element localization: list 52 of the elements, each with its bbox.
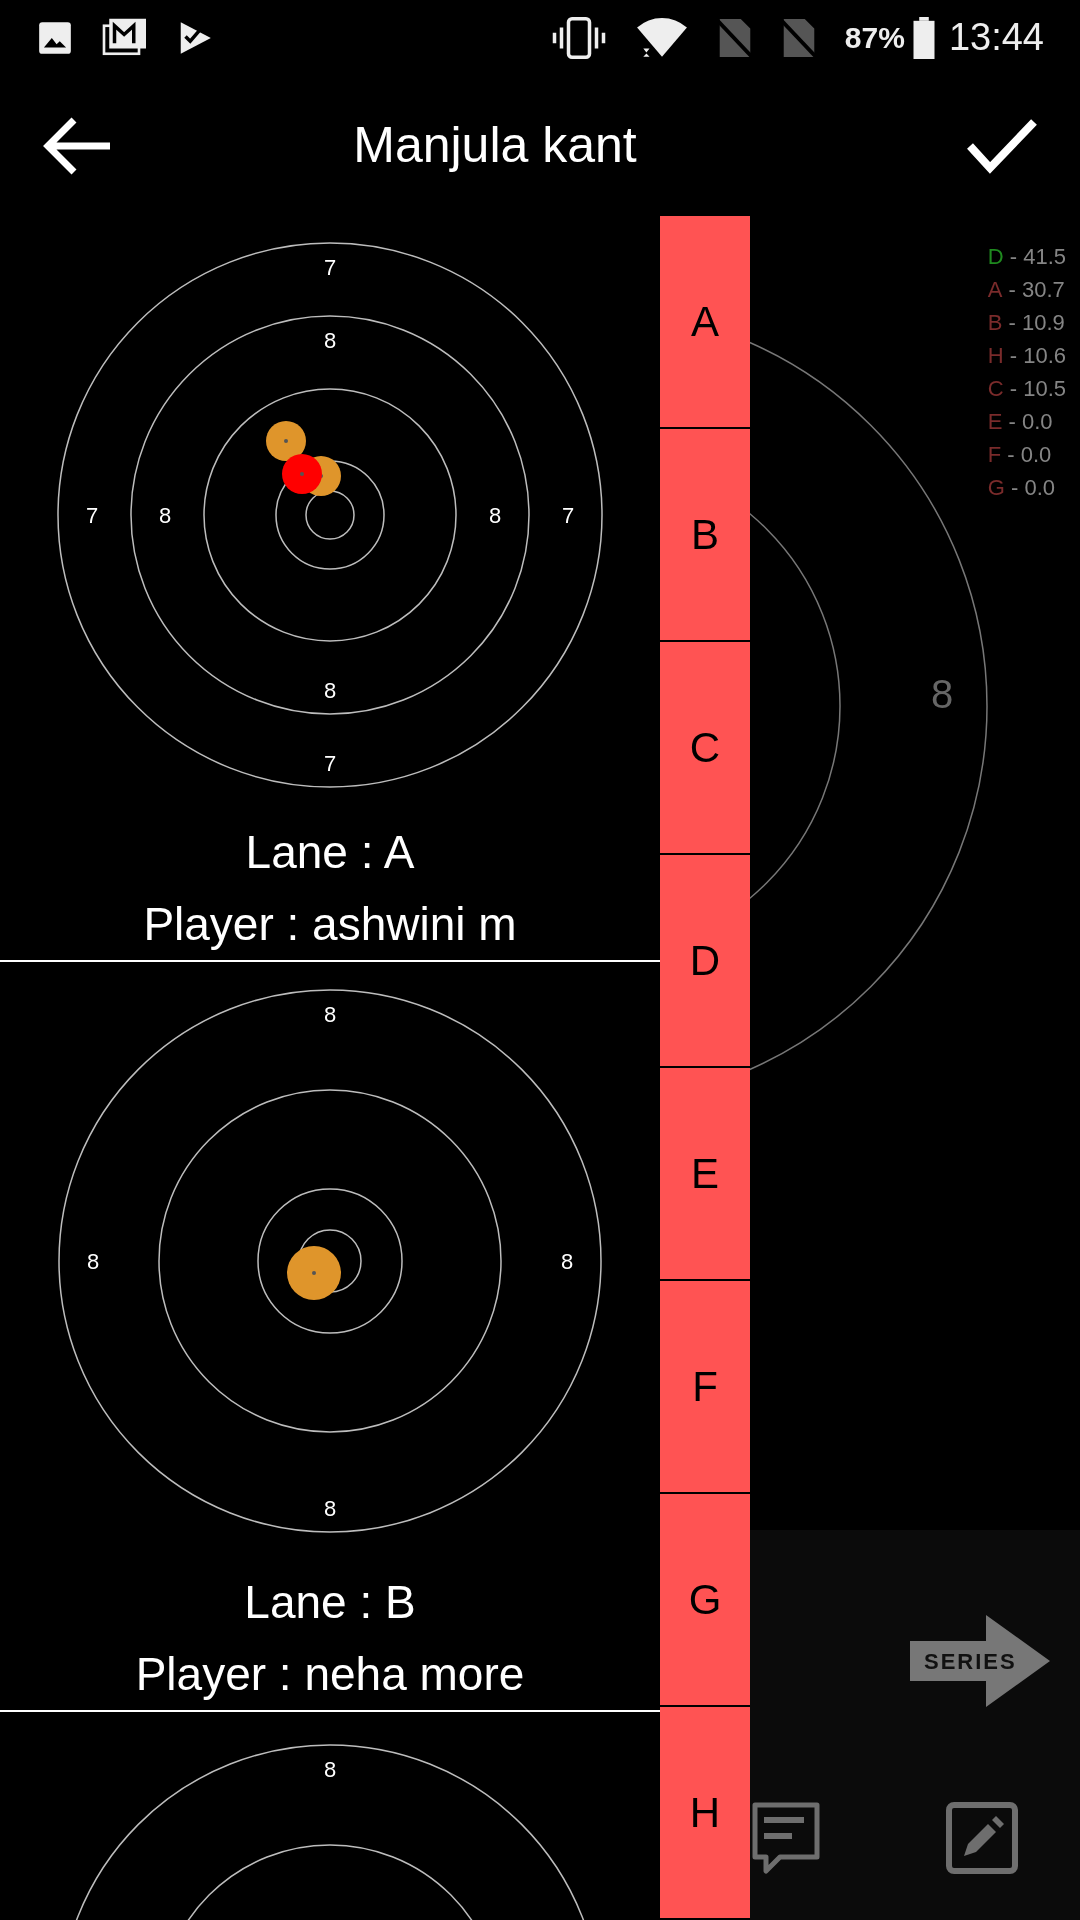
lane-score: - 10.5 [1009,375,1066,403]
lane-score: - 30.7 [1008,276,1065,304]
ring-label: 8 [323,1495,337,1521]
battery-percent: 87% [844,20,905,56]
lane-letter: D [987,243,1004,271]
ring-label: 8 [323,1001,337,1027]
lane-tab[interactable]: B [660,429,750,642]
lane-score: - 0.0 [1010,474,1055,502]
header-title: Manjula kant [353,116,637,175]
ring-label: 8 [323,327,337,353]
lane-label: Lane : A [244,825,416,880]
comment-icon[interactable] [752,1802,820,1874]
ring-label: 7 [561,502,575,528]
lane-tab[interactable]: C [660,642,750,855]
no-sim-icon [780,16,817,59]
lane-tab[interactable]: H [660,1707,750,1920]
ring-label: 7 [85,502,99,528]
lane-tab[interactable]: D [660,855,750,1068]
ring-label: 8 [323,1756,337,1782]
lane-score: - 10.6 [1009,342,1066,370]
lane-tab[interactable]: E [660,1068,750,1281]
lane-letter: B [987,309,1003,337]
wifi-icon [634,16,689,59]
lane-score: - 0.0 [1008,408,1053,436]
lane-letter: A [987,276,1003,304]
lane-tab[interactable]: F [660,1281,750,1494]
player-label: Player : ashwini m [142,897,518,952]
lane-score: - 0.0 [1007,441,1052,469]
lane-tab[interactable]: A [660,216,750,429]
lane-tab[interactable]: G [660,1494,750,1707]
series-button[interactable]: SERIES [910,1615,1050,1707]
no-sim-icon [716,16,753,59]
lane-letter: F [987,441,1002,469]
ring-label: 8 [86,1248,100,1274]
lane-score: - 41.5 [1009,243,1066,271]
lane-label: Lane : B [243,1575,417,1630]
lane-letter: E [987,408,1003,436]
ring-label: 8 [323,677,337,703]
player-label: Player : neha more [134,1647,526,1702]
ring-label: 7 [323,750,337,776]
lane-letter: G [987,474,1005,502]
ring-label: 8 [158,502,172,528]
edit-icon[interactable] [946,1802,1018,1874]
lane-score: - 10.9 [1008,309,1065,337]
lane-letter: C [987,375,1004,403]
ring-label: 7 [323,254,337,280]
battery-icon [912,16,935,59]
lane-letter: H [987,342,1004,370]
vibrate-icon [550,16,607,59]
ring-label: 8 [488,502,502,528]
ring-label: 8 [560,1248,574,1274]
clock-time: 13:44 [948,15,1044,60]
